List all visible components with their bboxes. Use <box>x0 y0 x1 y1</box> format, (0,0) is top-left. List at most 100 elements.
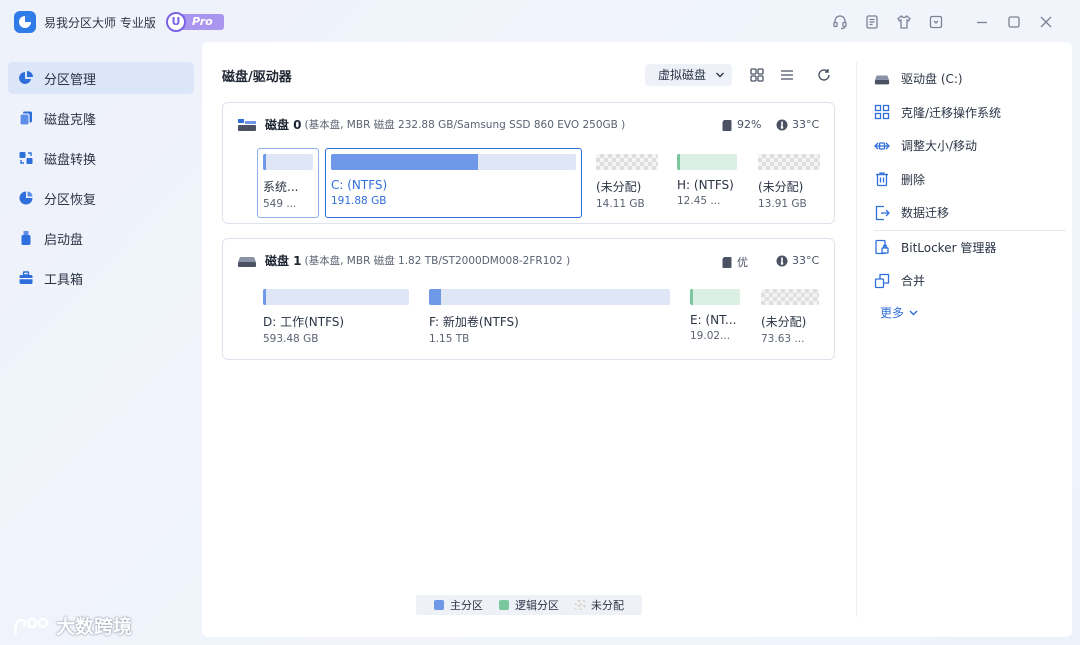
disk-card-0[interactable]: 磁盘 0 (基本盘, MBR 磁盘 232.88 GB/Samsung SSD … <box>222 102 835 224</box>
partition-name: 系统... <box>263 180 299 194</box>
recover-icon <box>18 190 34 206</box>
disk-card-1[interactable]: 磁盘 1 (基本盘, MBR 磁盘 1.82 TB/ST2000DM008-2F… <box>222 238 835 360</box>
partition-unallocated[interactable]: (未分配) 13.91 GB <box>758 154 820 210</box>
partition-size: 14.11 GB <box>596 198 645 210</box>
sd-card-icon <box>721 119 733 131</box>
refresh-icon[interactable] <box>815 66 833 84</box>
sidebar-item-label: 工具箱 <box>44 272 84 288</box>
sidebar-item-boot-disk[interactable]: 启动盘 <box>8 222 194 254</box>
partition-name: (未分配) <box>758 180 804 194</box>
thermometer-icon <box>776 119 788 131</box>
watermark: 大数跨境 <box>10 612 132 639</box>
legend-logical: 逻辑分区 <box>499 597 559 613</box>
selected-drive-label: 驱动盘 (C:) <box>874 62 1066 96</box>
partition-f[interactable]: F: 新加卷(NTFS) 1.15 TB <box>429 289 670 345</box>
disk-name: 磁盘 1 <box>265 254 302 268</box>
clone-migrate-os-button[interactable]: 克隆/迁移操作系统 <box>874 96 1066 130</box>
disk-health: 92% <box>721 118 761 131</box>
partition-size: 191.88 GB <box>331 195 387 207</box>
partition-name: F: 新加卷(NTFS) <box>429 315 519 329</box>
headset-icon[interactable] <box>824 12 856 32</box>
virtual-disk-label: 虚拟磁盘 <box>658 68 707 82</box>
sidebar-item-partition-recovery[interactable]: 分区恢复 <box>8 182 194 214</box>
page-title: 磁盘/驱动器 <box>222 70 292 85</box>
u-badge-icon: U <box>166 12 186 32</box>
disk-name: 磁盘 0 <box>265 118 302 132</box>
sidebar-item-disk-convert[interactable]: 磁盘转换 <box>8 142 194 174</box>
main-panel: 磁盘/驱动器 虚拟磁盘 磁盘 0 (基本盘, MBR 磁盘 232.88 GB/… <box>202 42 1072 637</box>
panel-divider <box>856 62 857 617</box>
partition-name: C: (NTFS) <box>331 178 388 192</box>
disk-temperature-value: 33°C <box>792 118 820 131</box>
trash-icon <box>874 171 890 187</box>
legend-unallocated: 未分配 <box>575 597 624 613</box>
sidebar-item-disk-clone[interactable]: 磁盘克隆 <box>8 102 194 134</box>
partition-system[interactable]: 系统... 549 ... <box>257 148 319 218</box>
notes-icon[interactable] <box>856 12 888 32</box>
migrate-icon <box>874 205 890 221</box>
clone-migrate-icon <box>874 104 890 120</box>
partition-name: (未分配) <box>761 315 807 329</box>
data-migration-button[interactable]: 数据迁移 <box>874 196 1066 230</box>
convert-icon <box>18 150 34 166</box>
partition-d[interactable]: D: 工作(NTFS) 593.48 GB <box>263 289 409 345</box>
tshirt-icon[interactable] <box>888 12 920 32</box>
sidebar-item-label: 磁盘转换 <box>44 152 97 168</box>
partition-c[interactable]: C: (NTFS) 191.88 GB <box>325 148 582 218</box>
disk-health-value: 优 <box>737 256 748 269</box>
more-button[interactable]: 更多 <box>874 298 1066 328</box>
partition-unallocated[interactable]: (未分配) 14.11 GB <box>596 154 658 210</box>
partition-size: 1.15 TB <box>429 333 470 345</box>
pie-chart-icon <box>18 70 34 86</box>
partition-unallocated[interactable]: (未分配) 73.63 ... <box>761 289 819 345</box>
partition-size: 19.02... <box>690 330 731 342</box>
disk-icon <box>237 254 257 268</box>
legend-primary: 主分区 <box>434 597 483 613</box>
partition-size: 13.91 GB <box>758 198 807 210</box>
merge-icon <box>874 273 890 289</box>
watermark-text: 大数跨境 <box>56 616 133 638</box>
resize-arrows-icon <box>874 138 890 154</box>
bitlocker-manager-button[interactable]: BitLocker 管理器 <box>874 231 1066 265</box>
app-logo-icon <box>14 11 36 33</box>
minimize-icon[interactable] <box>966 12 998 32</box>
sidebar-item-label: 分区恢复 <box>44 192 97 208</box>
pro-badge[interactable]: Pro U <box>166 12 224 32</box>
disk-temperature: 33°C <box>776 254 819 267</box>
partition-size: 12.45 ... <box>677 195 721 207</box>
merge-button[interactable]: 合并 <box>874 264 1066 298</box>
sidebar-item-label: 磁盘克隆 <box>44 112 97 128</box>
disk-icon <box>237 118 257 132</box>
title-bar: 易我分区大师 专业版 Pro U <box>0 0 1080 42</box>
sidebar-item-label: 分区管理 <box>44 72 97 88</box>
drive-icon <box>874 71 890 87</box>
disk-health: 优 <box>721 254 748 270</box>
sidebar-item-partition-manager[interactable]: 分区管理 <box>8 62 194 94</box>
sidebar-item-toolbox[interactable]: 工具箱 <box>8 262 194 294</box>
app-title: 易我分区大师 专业版 <box>44 16 156 30</box>
partition-name: H: (NTFS) <box>677 178 734 192</box>
partition-size: 73.63 ... <box>761 333 805 345</box>
toolbox-icon <box>18 270 34 286</box>
list-view-icon[interactable] <box>778 66 796 84</box>
usb-icon <box>18 230 34 246</box>
disk-info: (基本盘, MBR 磁盘 232.88 GB/Samsung SSD 860 E… <box>304 119 626 131</box>
close-icon[interactable] <box>1030 12 1062 32</box>
maximize-icon[interactable] <box>998 12 1030 32</box>
thermometer-icon <box>776 255 788 267</box>
partition-h[interactable]: H: (NTFS) 12.45 ... <box>677 154 737 207</box>
sidebar-item-label: 启动盘 <box>44 232 84 248</box>
disk-temperature: 33°C <box>776 118 819 131</box>
download-box-icon[interactable] <box>920 12 952 32</box>
grid-view-icon[interactable] <box>748 66 766 84</box>
chevron-down-icon <box>715 64 725 95</box>
delete-button[interactable]: 删除 <box>874 163 1066 197</box>
disk-health-value: 92% <box>737 118 762 131</box>
virtual-disk-dropdown[interactable]: 虚拟磁盘 <box>645 64 732 86</box>
partition-e[interactable]: E: (NT... 19.02... <box>690 289 740 342</box>
resize-move-button[interactable]: 调整大小/移动 <box>874 129 1066 163</box>
disk-info: (基本盘, MBR 磁盘 1.82 TB/ST2000DM008-2FR102 … <box>304 255 571 267</box>
partition-size: 593.48 GB <box>263 333 319 345</box>
bitlocker-icon <box>874 239 890 255</box>
pro-label: Pro <box>180 14 224 30</box>
